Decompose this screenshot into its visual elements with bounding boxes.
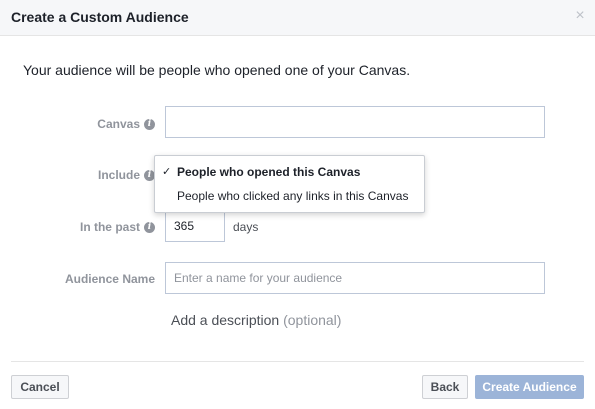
days-input[interactable] <box>165 210 225 242</box>
info-icon[interactable]: i <box>144 221 155 233</box>
include-label: Include <box>97 168 140 182</box>
check-icon: ✓ <box>162 166 172 178</box>
back-button[interactable]: Back <box>422 375 468 399</box>
dialog-title: Create a Custom Audience <box>11 9 189 25</box>
canvas-input[interactable] <box>165 106 545 138</box>
create-audience-button[interactable]: Create Audience <box>475 375 584 399</box>
add-description-link[interactable]: Add a description (optional) <box>171 312 341 328</box>
audience-name-label-group: Audience Name <box>65 272 155 286</box>
canvas-label: Canvas <box>97 117 140 131</box>
include-dropdown-menu[interactable]: ✓ People who opened this Canvas People w… <box>154 155 425 213</box>
cancel-button[interactable]: Cancel <box>11 375 69 399</box>
include-option-opened[interactable]: ✓ People who opened this Canvas <box>155 161 424 183</box>
footer-divider <box>11 361 584 362</box>
include-option-label: People who opened this Canvas <box>177 165 361 179</box>
include-option-clicked-links[interactable]: People who clicked any links in this Can… <box>155 185 424 207</box>
optional-text: (optional) <box>283 312 342 328</box>
canvas-label-group: Canvas i <box>97 117 155 131</box>
close-icon[interactable]: × <box>572 8 588 24</box>
intro-text: Your audience will be people who opened … <box>23 62 411 78</box>
include-label-group: Include i <box>98 168 155 182</box>
add-description-text: Add a description <box>171 312 280 328</box>
audience-name-input[interactable] <box>165 262 545 294</box>
create-custom-audience-dialog: Create a Custom Audience × Your audience… <box>0 0 595 409</box>
info-icon[interactable]: i <box>144 118 155 130</box>
audience-name-label: Audience Name <box>64 272 155 286</box>
days-unit-label: days <box>233 220 259 234</box>
dialog-header: Create a Custom Audience × <box>0 0 595 36</box>
in-the-past-label-group: In the past i <box>80 220 155 234</box>
in-the-past-label: In the past <box>79 220 140 234</box>
include-option-label: People who clicked any links in this Can… <box>177 189 409 203</box>
